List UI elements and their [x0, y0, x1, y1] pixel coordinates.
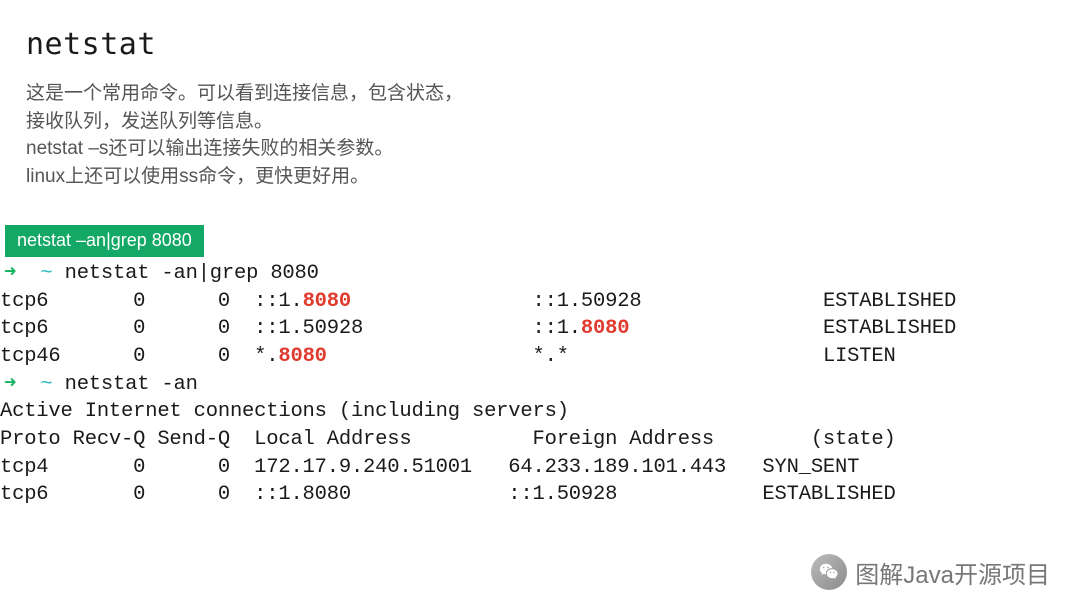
- description-line: 这是一个常用命令。可以看到连接信息，包含状态，: [26, 80, 463, 108]
- footer-text: 图解Java开源项目: [855, 555, 1050, 590]
- page-title: netstat: [26, 27, 156, 62]
- description-block: 这是一个常用命令。可以看到连接信息，包含状态， 接收队列，发送队列等信息。 ne…: [26, 80, 463, 190]
- wechat-icon: [811, 554, 847, 590]
- command-badge: netstat –an|grep 8080: [5, 225, 204, 257]
- terminal-output: ➜ ~ netstat -an|grep 8080 tcp6 0 0 ::1.8…: [0, 260, 1080, 509]
- footer-watermark: 图解Java开源项目: [811, 554, 1050, 590]
- description-line: 接收队列，发送队列等信息。: [26, 108, 463, 136]
- description-line: netstat –s还可以输出连接失败的相关参数。: [26, 135, 463, 163]
- description-line: linux上还可以使用ss命令，更快更好用。: [26, 163, 463, 191]
